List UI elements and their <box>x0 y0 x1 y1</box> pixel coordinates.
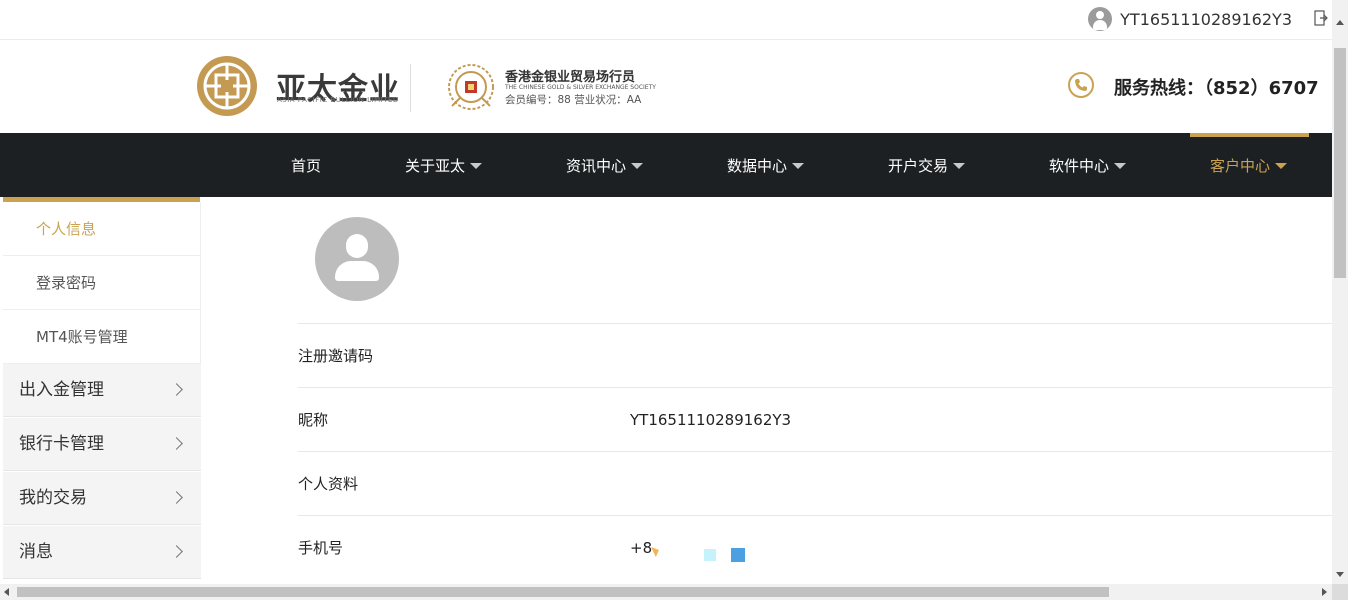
nav-label: 开户交易 <box>888 157 949 175</box>
row-label: 昵称 <box>298 411 329 429</box>
username[interactable]: YT1651110289162Y3 <box>1120 10 1292 29</box>
nav-label: 关于亚太 <box>405 157 466 175</box>
chevron-right-icon <box>170 545 183 558</box>
nav-item-customer-center[interactable]: 客户中心 <box>1210 133 1288 197</box>
service-hotline: 服务热线：（852）6707 <box>1114 78 1319 99</box>
scroll-down-arrow-icon[interactable] <box>1336 572 1344 577</box>
user-avatar-icon <box>1088 7 1113 31</box>
nav-item-data[interactable]: 数据中心 <box>727 133 805 197</box>
society-badge-icon <box>448 64 494 110</box>
scroll-right-arrow-icon[interactable] <box>1322 588 1327 596</box>
nav-label: 软件中心 <box>1049 157 1110 175</box>
sidebar-item-my-trades[interactable]: 我的交易 <box>3 472 201 525</box>
sidebar-item-messages[interactable]: 消息 <box>3 526 201 579</box>
avatar-head-shape <box>346 234 368 258</box>
chevron-right-icon <box>170 437 183 450</box>
sidebar-item-personal-info[interactable]: 个人信息 <box>3 202 201 256</box>
nav-label: 首页 <box>291 157 322 175</box>
nav-label: 数据中心 <box>727 157 788 175</box>
scrollbar-corner <box>1332 584 1348 600</box>
profile-panel: 注册邀请码 昵称 YT1651110289162Y3 个人资料 手机号 +8 <box>298 197 1332 581</box>
loading-spinner-square <box>731 548 745 562</box>
society-member-info: 会员编号：88 营业状况：AA <box>505 94 642 106</box>
profile-row-nickname: 昵称 YT1651110289162Y3 <box>298 387 1332 451</box>
row-label: 个人资料 <box>298 475 359 493</box>
sidebar-item-deposit-withdrawal[interactable]: 出入金管理 <box>3 364 201 417</box>
profile-row-invite-code: 注册邀请码 <box>298 323 1332 387</box>
sidebar-item-label: 银行卡管理 <box>19 434 104 454</box>
nav-item-open-account[interactable]: 开户交易 <box>888 133 966 197</box>
caret-down-icon <box>953 162 966 169</box>
caret-down-icon <box>1114 162 1127 169</box>
loading-spinner-square <box>704 549 716 561</box>
nav-item-about[interactable]: 关于亚太 <box>405 133 483 197</box>
company-logo-icon[interactable] <box>196 55 258 117</box>
avatar-body-shape <box>335 261 379 281</box>
sidebar: 个人信息 登录密码 MT4账号管理 出入金管理 银行卡管理 我的交易 消息 <box>3 197 201 581</box>
sidebar-item-bank-cards[interactable]: 银行卡管理 <box>3 418 201 471</box>
caret-down-icon <box>470 162 483 169</box>
vertical-scroll-thumb[interactable] <box>1334 48 1346 278</box>
site-header: 亚太金业 ASIA PACIFIC BULLION LIMITED 香港金银业贸… <box>0 40 1332 133</box>
main-nav: 首页 关于亚太 资讯中心 数据中心 开户交易 软件中心 客户中心 <box>0 133 1332 197</box>
row-label: 手机号 <box>298 539 344 557</box>
society-english-name: THE CHINESE GOLD & SILVER EXCHANGE SOCIE… <box>505 84 656 91</box>
nav-label: 资讯中心 <box>566 157 627 175</box>
horizontal-scroll-thumb[interactable] <box>17 587 1109 597</box>
phone-icon <box>1068 72 1094 98</box>
header-divider <box>410 64 411 112</box>
vertical-scrollbar[interactable] <box>1332 0 1348 584</box>
caret-down-icon <box>792 162 805 169</box>
company-subtitle: ASIA PACIFIC BULLION LIMITED <box>277 96 399 104</box>
nav-item-software[interactable]: 软件中心 <box>1049 133 1127 197</box>
nav-item-home[interactable]: 首页 <box>291 133 321 197</box>
sidebar-item-label: 我的交易 <box>19 488 87 508</box>
nav-label: 客户中心 <box>1210 157 1271 175</box>
scroll-up-arrow-icon[interactable] <box>1336 20 1344 25</box>
logout-icon[interactable] <box>1314 10 1328 26</box>
profile-row-phone: 手机号 +8 <box>298 515 1332 579</box>
scroll-left-arrow-icon[interactable] <box>4 588 9 596</box>
top-user-bar: YT1651110289162Y3 <box>0 0 1332 40</box>
chevron-right-icon <box>170 383 183 396</box>
row-label: 注册邀请码 <box>298 347 374 365</box>
horizontal-scrollbar[interactable] <box>0 584 1332 600</box>
row-value: +8 <box>630 539 653 557</box>
sidebar-item-login-password[interactable]: 登录密码 <box>3 256 201 310</box>
chevron-right-icon <box>170 491 183 504</box>
profile-row-personal-data[interactable]: 个人资料 <box>298 451 1332 515</box>
caret-down-icon <box>631 162 644 169</box>
sidebar-item-mt4-accounts[interactable]: MT4账号管理 <box>3 310 201 364</box>
nav-item-news[interactable]: 资讯中心 <box>566 133 644 197</box>
sidebar-item-label: 出入金管理 <box>19 380 104 400</box>
row-value: YT1651110289162Y3 <box>630 411 792 429</box>
user-menu[interactable]: YT1651110289162Y3 <box>1088 7 1292 31</box>
caret-down-icon <box>1275 162 1288 169</box>
sidebar-item-label: 消息 <box>19 542 53 562</box>
profile-avatar[interactable] <box>315 217 399 301</box>
society-title: 香港金银业贸易场行员 <box>505 70 636 85</box>
